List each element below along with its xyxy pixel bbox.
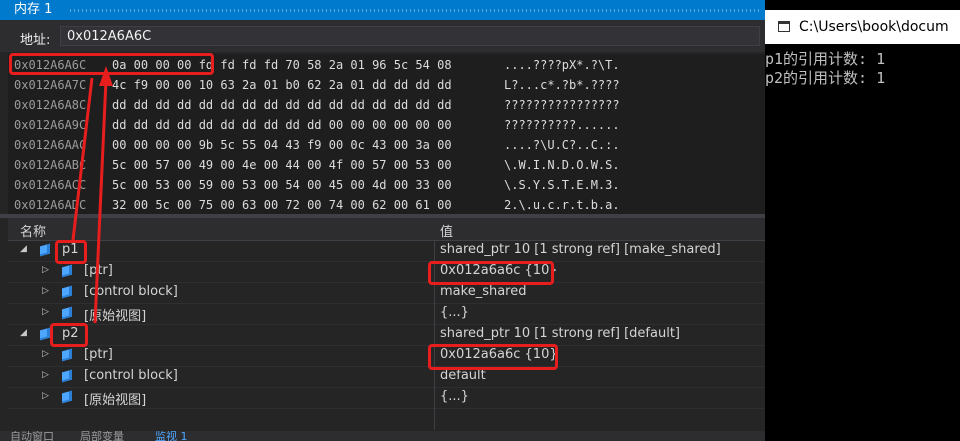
console-output-line: p2的引用计数: 1: [765, 69, 886, 87]
console-title: C:\Users\book\docum: [799, 19, 949, 35]
console-window: C:\Users\book\docum p1的引用计数: 1 p2的引用计数: …: [765, 0, 960, 441]
arrowhead-icon: [99, 66, 113, 86]
console-output-line: p1的引用计数: 1: [765, 50, 886, 68]
console-app-icon: [778, 21, 790, 32]
console-title-bar[interactable]: C:\Users\book\docum: [765, 10, 960, 44]
arrow-p1-to-address: [71, 77, 94, 241]
annotation-arrows: [71, 66, 113, 324]
arrow-p2-to-address: [93, 79, 108, 324]
